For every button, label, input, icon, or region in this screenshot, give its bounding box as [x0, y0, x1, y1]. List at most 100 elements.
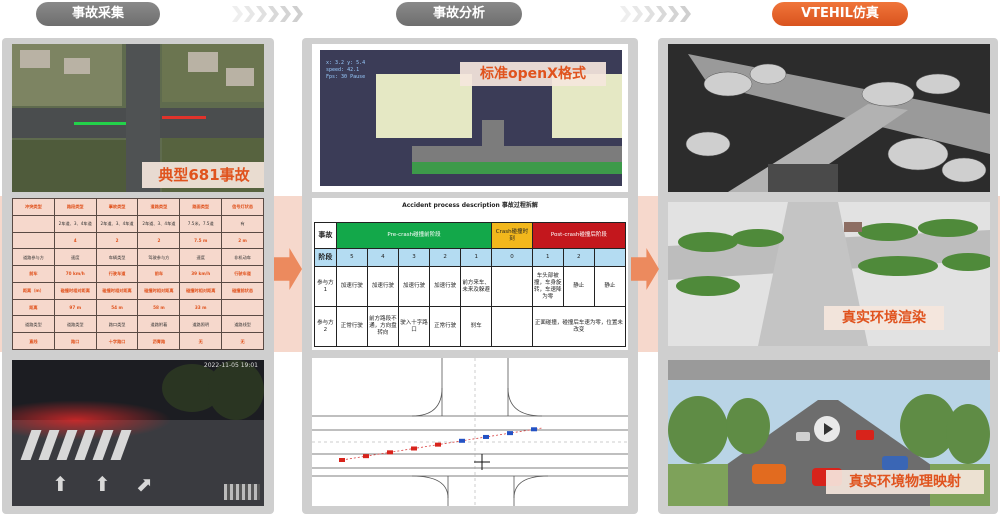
table-row: 道路参与方 速度 车辆类型 驾驶参与方 速度 非机动车 [12, 248, 264, 267]
stage-number: 2 [429, 248, 462, 267]
vehicle-marker [435, 442, 441, 447]
table-cell: 路口类型 [95, 315, 139, 334]
stage-number: 5 [335, 248, 368, 267]
p1-step-cell: 前方来车、未来及躲避 [460, 266, 493, 307]
stage-number: 2 [562, 248, 595, 267]
table-cell: 道路线型 [221, 315, 264, 334]
vehicle-marker [531, 427, 537, 432]
vehicle-marker [339, 458, 345, 462]
table-cell: 97 m [53, 298, 97, 317]
table-cell: 碰撞时相对距离 [179, 281, 223, 300]
table-cell: 直线 [12, 332, 55, 350]
aerial-intersection-image: 典型681事故 [12, 44, 264, 192]
p1-step-cell: 静止 [562, 266, 595, 307]
table-row: 前车 70 km/h 行驶车道 前车 39 km/h 行驶车道 [12, 265, 264, 283]
participant-2-label: 参与方2 [314, 306, 337, 347]
stage-header-simulation: VTEHIL仿真 [772, 2, 908, 26]
table-cell: 冲突类型 [12, 198, 55, 216]
openx-simulation-image: x: 3.2 y: 5.4 speed: 42.1 Fps: 30 Pause … [312, 44, 628, 192]
table-cell: 33 m [179, 298, 223, 317]
table-cell: 7.5 m [179, 231, 223, 250]
p1-step-cell: 静止 [593, 266, 627, 307]
table-row: 距离 97 m 54 m 58 m 33 m [12, 298, 264, 317]
vehicle-track-red [162, 116, 206, 119]
table-cell: 距离（m） [12, 281, 55, 300]
table-cell: 无 [179, 332, 223, 350]
render-caption: 真实环境渲染 [824, 306, 944, 330]
vehicle-marker [507, 431, 513, 436]
p1-step-cell: 加速行驶 [429, 266, 462, 307]
vehicle-track-green [74, 122, 126, 125]
table-cell: 54 m [95, 298, 139, 317]
camera-timestamp: 2022-11-05 19:01 [203, 362, 258, 369]
blurred-watermark [224, 484, 260, 500]
aerial-caption: 典型681事故 [142, 162, 264, 188]
vehicle-marker [363, 454, 369, 459]
table-cell: 前车 [12, 265, 55, 283]
table-cell: 道路类型 [137, 198, 181, 216]
table-cell: 速度 [53, 248, 97, 267]
row-header-stage: 阶段 [314, 248, 337, 267]
table-row: 直线 路口 十字路口 沥青路无无 [12, 332, 264, 350]
table-cell: 2车道、3、4车道 [137, 214, 181, 233]
table-cell: 碰撞时相对距离 [137, 281, 181, 300]
p1-step-cell: 加速行驶 [335, 266, 368, 307]
stage-number [593, 248, 627, 267]
p1-step-cell: 车头部被撞，车身旋转，车速降为零 [531, 266, 564, 307]
table-cell [221, 298, 264, 317]
table-row: 2车道、3、4车道 2车道、3、4车道 2车道、3、4车道 7.5米，7.5道有 [12, 214, 264, 233]
vehicle-marker [411, 446, 417, 451]
stage-number: 0 [491, 248, 533, 267]
table-cell: 速度 [179, 248, 223, 267]
table-cell: 路面类型 [179, 198, 223, 216]
table-cell: 行驶车道 [95, 265, 139, 283]
openx-caption: 标准openX格式 [460, 62, 606, 86]
vehicle-marker [459, 438, 465, 443]
sim-debug-text: x: 3.2 y: 5.4 speed: 42.1 Fps: 30 Pause [326, 60, 366, 80]
table-cell: 行驶车道 [221, 265, 264, 283]
p2-step-cell: 正常行驶 [335, 306, 368, 347]
table-cell: 车辆类型 [95, 248, 139, 267]
p2-step-cell: 正面碰撞，碰撞后车速为零，位置未改变 [531, 306, 627, 347]
table-cell: 2车道、3、4车道 [95, 214, 139, 233]
stage-header-collection: 事故采集 [36, 2, 160, 26]
table-cell: 事故类型 [95, 198, 139, 216]
table-cell: 路段类型 [53, 198, 97, 216]
chevron-right-icon [232, 6, 303, 22]
p2-step-cell: 正常行驶 [429, 306, 462, 347]
stage-number: 3 [397, 248, 431, 267]
table-cell: 沥青路 [137, 332, 181, 350]
table-cell: 碰撞时相对距离 [53, 281, 97, 300]
chevron-right-icon [620, 6, 691, 22]
table-cell: 前车 [137, 265, 181, 283]
p1-step-cell: 加速行驶 [397, 266, 431, 307]
play-button[interactable] [814, 416, 840, 442]
table-cell: 十字路口 [95, 332, 139, 350]
table-cell: 2 [137, 231, 181, 250]
table-cell: 58 m [137, 298, 181, 317]
table-cell: 4 [53, 231, 97, 250]
table-cell [12, 214, 55, 233]
table-cell: 距离 [12, 298, 55, 317]
table-cell: 信号灯状态 [221, 198, 264, 216]
p1-step-cell: 加速行驶 [366, 266, 399, 307]
table-cell: 路口 [53, 332, 97, 350]
physical-mapping-image: 真实环境物理映射 [668, 360, 990, 506]
table-cell: 道路照明 [179, 315, 223, 334]
table-cell: 7.5米，7.5道 [179, 214, 223, 233]
stage-number: 1 [460, 248, 493, 267]
mapping-caption: 真实环境物理映射 [826, 470, 984, 494]
table-cell: 道路参与方 [12, 248, 55, 267]
table-cell: 39 km/h [179, 265, 223, 283]
vehicle-marker [483, 434, 489, 439]
table-cell: 道路类型 [12, 315, 55, 334]
stage-header-analysis: 事故分析 [396, 2, 522, 26]
phase-pre-crash: Pre-crash碰撞前阶段 [335, 222, 493, 249]
table-cell: 驾驶参与方 [137, 248, 181, 267]
table-cell: 无 [221, 332, 264, 350]
stage-number: 1 [531, 248, 564, 267]
table-row: 4 2 2 7.5 m2 m [12, 231, 264, 250]
participant-1-label: 参与方1 [314, 266, 337, 307]
table-cell: 有 [221, 214, 264, 233]
3d-scene-render [668, 44, 990, 192]
